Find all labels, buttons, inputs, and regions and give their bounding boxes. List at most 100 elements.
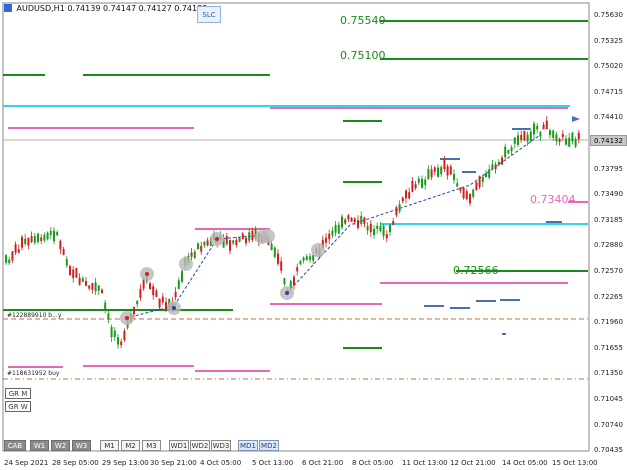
candle-body [456, 183, 459, 187]
time-tick-label: 29 Sep 13:00 [102, 459, 149, 467]
w3-button[interactable]: W3 [72, 440, 91, 451]
level-label-75540: 0.75540 [340, 14, 386, 27]
candle-body [293, 276, 295, 286]
price-tick-label: 0.73795 [594, 164, 623, 173]
candle-body [225, 236, 228, 245]
symbol-icon [4, 4, 12, 12]
candle-body [465, 191, 468, 200]
candle-body [251, 230, 254, 240]
candle-body [507, 150, 510, 154]
gr-m-button[interactable]: GR M [5, 388, 31, 399]
candle-body [373, 228, 375, 236]
candle-body [475, 181, 478, 190]
candle-body [347, 215, 350, 220]
candle-body [206, 240, 209, 246]
candle-body [8, 259, 11, 264]
candle-body [152, 286, 155, 296]
candle-body [376, 225, 379, 229]
candle-body [350, 217, 353, 222]
price-tick-label: 0.75325 [594, 36, 623, 45]
candle-body [491, 164, 494, 170]
candle-body [363, 217, 366, 225]
candle-body [136, 300, 139, 305]
candle-body [104, 302, 107, 310]
candle-body [161, 296, 164, 303]
candle-body [120, 341, 123, 346]
candle-body [235, 239, 238, 245]
candle-body [366, 225, 369, 231]
candle-body [245, 237, 247, 244]
wd1-button[interactable]: WD1 [169, 440, 189, 451]
candle-body [27, 238, 30, 246]
w1-button[interactable]: W1 [30, 440, 49, 451]
trade-label-lower: #118631952 buy [7, 370, 60, 377]
candle-body [552, 130, 555, 138]
candle-body [485, 173, 487, 178]
gr-w-button[interactable]: GR W [5, 401, 31, 412]
price-tick-label: 0.74410 [594, 113, 623, 122]
candle-body [462, 187, 465, 199]
symbol-label: AUDUSD,H1 [16, 4, 65, 13]
md2-button[interactable]: MD2 [259, 440, 279, 451]
candle-body [197, 243, 199, 250]
candle-body [117, 337, 119, 345]
candle-body [561, 134, 564, 138]
level-label-75100: 0.75100 [340, 49, 386, 62]
candle-body [49, 230, 52, 235]
candle-body [360, 215, 363, 224]
candle-body [181, 271, 183, 282]
time-tick-label: 14 Oct 05:00 [502, 459, 548, 467]
candle-body [542, 124, 545, 130]
price-tick-label: 0.72570 [594, 267, 623, 275]
candle-body [334, 225, 337, 233]
candle-body [414, 184, 417, 189]
candle-body [88, 285, 91, 289]
candle-body [488, 169, 491, 178]
candle-body [382, 225, 385, 236]
candle-body [283, 278, 286, 285]
md1-button[interactable]: MD1 [238, 440, 258, 451]
current-price-box: 0.74132 [590, 135, 627, 146]
candle-body [389, 224, 391, 233]
candle-body [101, 289, 103, 294]
candle-body [369, 223, 372, 233]
m2-button[interactable]: M2 [121, 440, 140, 451]
w2-button[interactable]: W2 [51, 440, 70, 451]
candle-body [424, 179, 427, 185]
candle-body [200, 245, 203, 252]
candle-body [229, 240, 231, 251]
candle-body [408, 192, 411, 199]
candle-body [123, 330, 126, 340]
cab-button[interactable]: CAB [4, 440, 26, 451]
candle-body [571, 132, 574, 142]
candle-body [520, 134, 523, 140]
candle-body [433, 167, 436, 172]
wd3-button[interactable]: WD3 [211, 440, 231, 451]
candle-body [536, 125, 539, 130]
candle-body [85, 280, 87, 286]
candle-body [248, 232, 251, 241]
time-tick-label: 8 Oct 05:00 [352, 459, 394, 467]
price-tick-label: 0.71960 [594, 318, 623, 327]
m1-button[interactable]: M1 [100, 440, 119, 451]
slc-button[interactable]: SLC [197, 6, 221, 23]
candle-body [97, 285, 100, 291]
candle-body [75, 267, 78, 278]
candle-body [193, 251, 196, 259]
candle-body [43, 234, 46, 241]
candle-body [472, 189, 475, 197]
candle-body [533, 123, 535, 135]
wd2-button[interactable]: WD2 [190, 440, 210, 451]
candle-body [190, 252, 193, 257]
candle-body [427, 168, 430, 180]
candle-body [577, 132, 580, 140]
time-tick-label: 24 Sep 2021 [4, 459, 49, 467]
price-tick-label: 0.72880 [594, 241, 623, 250]
candle-body [421, 178, 423, 188]
m3-button[interactable]: M3 [142, 440, 161, 451]
candle-body [133, 306, 135, 315]
candle-body [497, 161, 500, 165]
candle-body [517, 135, 519, 145]
chart-header: AUDUSD,H1 0.74139 0.74147 0.74127 0.7413… [4, 4, 207, 13]
price-chart[interactable] [0, 0, 627, 470]
